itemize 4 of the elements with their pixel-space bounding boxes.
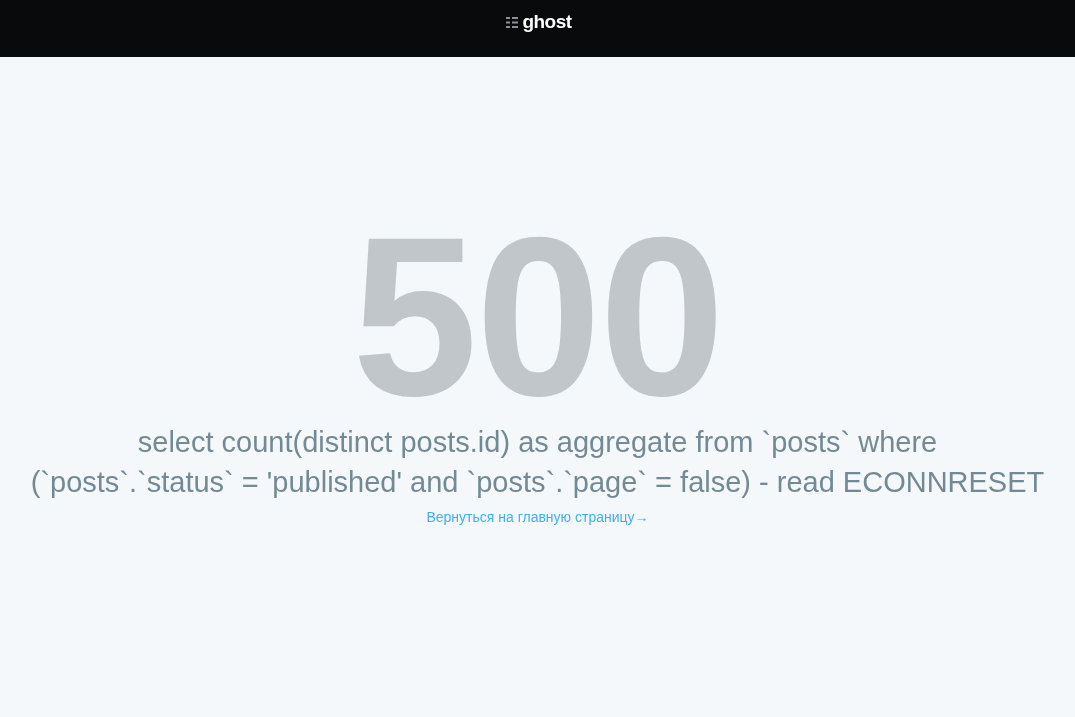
logo-text: ghost xyxy=(522,11,572,33)
home-link[interactable]: Вернуться на главную страницу→ xyxy=(426,507,649,528)
error-message: select count(distinct posts.id) as aggregate from `posts` where (`posts`.`status` = 'published' and `posts`.`page` = false) - read ECONNRESET xyxy=(30,425,1045,501)
dashes-logo-icon xyxy=(506,17,519,28)
